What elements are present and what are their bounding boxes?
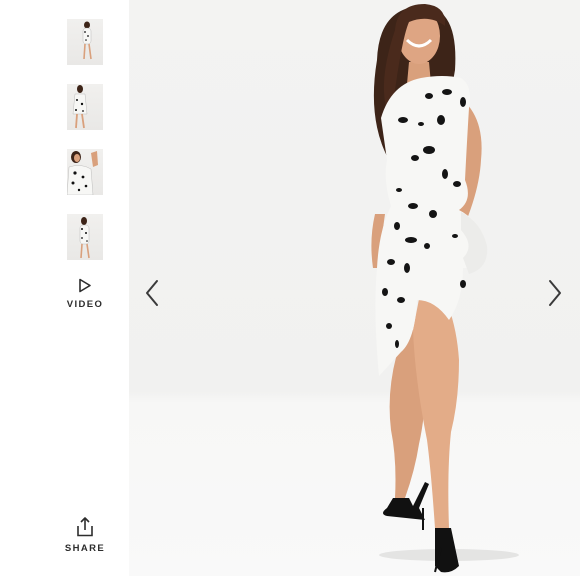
- thumbnail-3[interactable]: [67, 149, 103, 195]
- thumbnail-1[interactable]: [67, 19, 103, 65]
- thumbnail-2-image: [72, 85, 88, 129]
- play-icon: [79, 278, 91, 293]
- chevron-left-icon: [146, 280, 158, 306]
- share-icon: [77, 517, 93, 537]
- share-button[interactable]: SHARE: [62, 517, 108, 563]
- thumbnail-2[interactable]: [67, 84, 103, 130]
- share-label: SHARE: [64, 543, 106, 554]
- thumbnail-4-image: [79, 217, 90, 259]
- video-label: VIDEO: [66, 299, 104, 310]
- main-product-image: [129, 0, 580, 576]
- thumbnail-rail: VIDEO SHARE: [0, 0, 129, 580]
- chevron-right-icon: [549, 280, 561, 306]
- previous-image-button[interactable]: [139, 275, 167, 311]
- video-button[interactable]: VIDEO: [62, 276, 108, 320]
- model-photo: [371, 4, 519, 573]
- thumbnail-1-image: [82, 21, 92, 60]
- thumbnail-3-image: [67, 151, 98, 195]
- thumbnail-4[interactable]: [67, 214, 103, 260]
- next-image-button[interactable]: [541, 275, 569, 311]
